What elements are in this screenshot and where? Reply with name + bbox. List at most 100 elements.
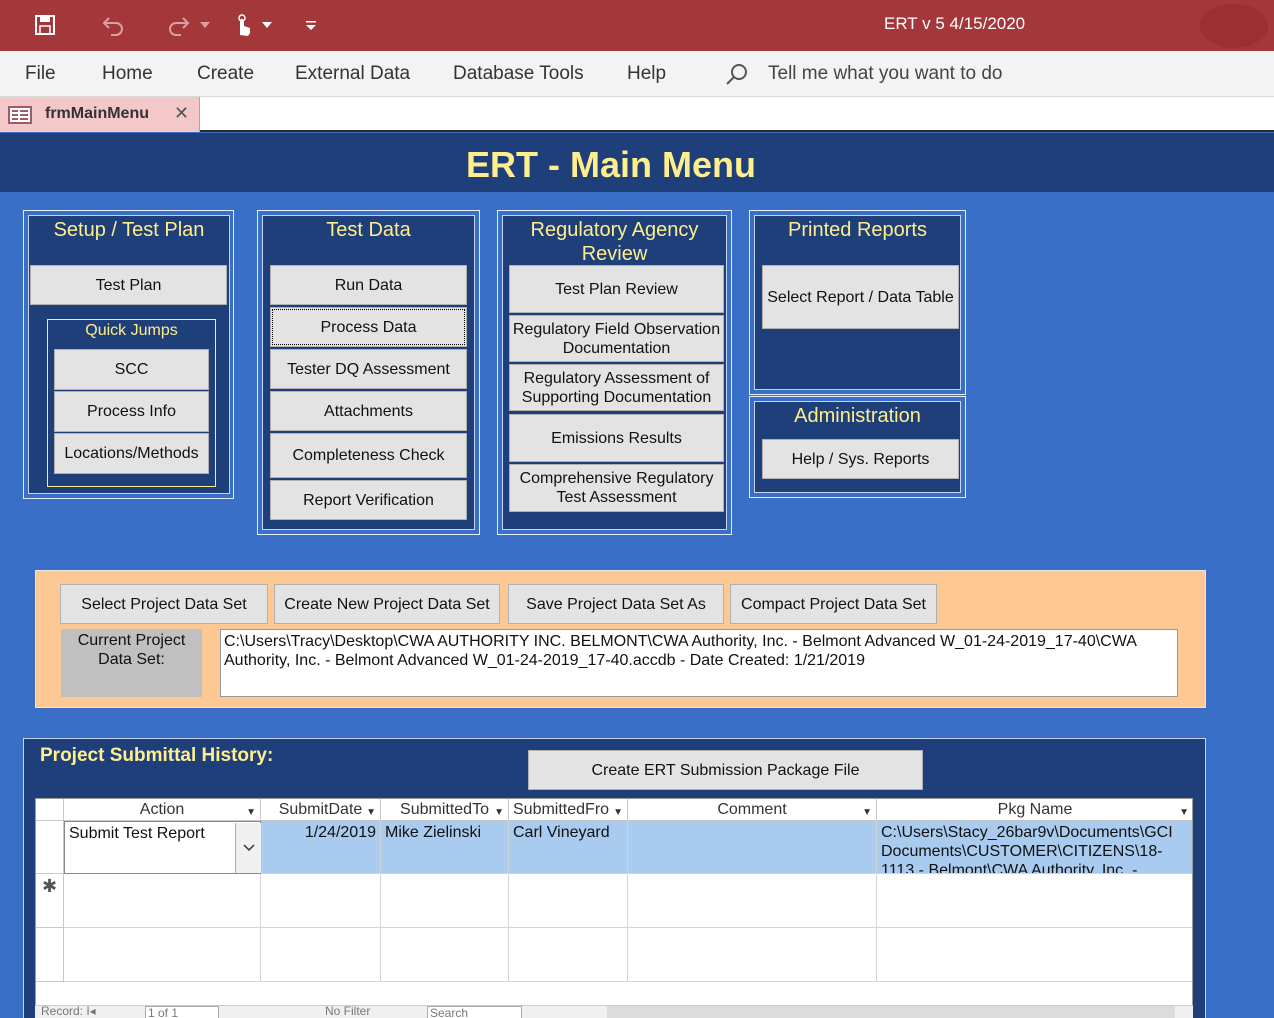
help-sys-reports-button[interactable]: Help / Sys. Reports (762, 439, 959, 479)
completeness-check-button[interactable]: Completeness Check (270, 433, 467, 478)
pkg-line1: C:\Users\Stacy_26bar9v\Documents\GCI (881, 824, 1173, 841)
form-icon (8, 106, 32, 124)
cell-value: Submit Test Report (69, 825, 205, 842)
row-selector[interactable] (36, 821, 64, 874)
form-header: ERT - Main Menu (0, 133, 1274, 192)
regulatory-assessment-button[interactable]: Regulatory Assessment of Supporting Docu… (509, 364, 724, 411)
button-label-line2: Documentation (562, 339, 671, 357)
emissions-results-button[interactable]: Emissions Results (509, 414, 724, 462)
horizontal-scrollbar[interactable] (607, 1006, 1175, 1018)
cell-submitted-from[interactable]: Carl Vineyard (509, 821, 628, 874)
new-cell-submitted-from[interactable] (509, 874, 628, 928)
column-header-pkg-name[interactable]: Pkg Name ▼ (877, 799, 1192, 823)
record-label: Record: I◂ (41, 1005, 96, 1018)
chevron-down-icon[interactable] (198, 12, 212, 38)
tester-dq-assessment-button[interactable]: Tester DQ Assessment (270, 349, 467, 389)
header-label: SubmittedTo (400, 801, 489, 818)
header-label: Comment (717, 801, 787, 818)
new-cell-pkg-name[interactable] (877, 874, 1192, 928)
chevron-down-icon[interactable]: ▼ (366, 802, 376, 823)
column-header-submittedfrom[interactable]: SubmittedFro ▼ (509, 799, 628, 821)
column-header-action[interactable]: Action ▼ (64, 799, 261, 821)
search-input[interactable]: Search (427, 1006, 522, 1018)
header-label: Pkg Name (997, 801, 1073, 818)
pkg-line2: Documents\CUSTOMER\CITIZENS\18- (881, 843, 1163, 860)
test-plan-review-button[interactable]: Test Plan Review (509, 265, 724, 313)
ribbon-tab-home[interactable]: Home (102, 63, 153, 85)
undo-icon[interactable] (100, 12, 126, 38)
ribbon-tab-database-tools[interactable]: Database Tools (453, 63, 584, 85)
title-bar: ERT v 5 4/15/2020 (0, 0, 1274, 51)
chevron-down-icon[interactable] (260, 12, 274, 38)
test-plan-button[interactable]: Test Plan (30, 265, 227, 305)
customize-toolbar-icon[interactable] (302, 12, 320, 38)
regulatory-field-observation-button[interactable]: Regulatory Field Observation Documentati… (509, 315, 724, 362)
header-label: SubmitDate (278, 801, 363, 818)
label-line1: Current Project (77, 632, 186, 649)
cell-submitted-to[interactable]: Mike Zielinski (381, 821, 509, 874)
select-report-button[interactable]: Select Report / Data Table (762, 265, 959, 329)
redo-icon[interactable] (166, 12, 192, 38)
column-header-comment[interactable]: Comment ▼ (628, 799, 877, 821)
ribbon-tab-file[interactable]: File (25, 63, 56, 85)
attachments-button[interactable]: Attachments (270, 391, 467, 431)
new-cell-submit-date[interactable] (261, 874, 381, 928)
locations-methods-button[interactable]: Locations/Methods (54, 433, 209, 474)
close-icon[interactable]: ✕ (174, 103, 189, 124)
ribbon-menu: File Home Create External Data Database … (0, 51, 1274, 97)
ribbon-tab-external-data[interactable]: External Data (295, 63, 410, 85)
select-all-corner[interactable] (36, 799, 64, 821)
chevron-down-icon[interactable]: ▼ (494, 802, 504, 823)
button-label-line2: Supporting Documentation (521, 388, 712, 406)
button-label-line1: Comprehensive Regulatory (519, 470, 714, 487)
report-verification-button[interactable]: Report Verification (270, 480, 467, 520)
cell-action[interactable]: Submit Test Report (64, 821, 261, 874)
empty-row-selector (36, 928, 64, 982)
compact-project-data-set-button[interactable]: Compact Project Data Set (730, 584, 937, 624)
save-project-data-set-as-button[interactable]: Save Project Data Set As (508, 584, 724, 624)
account-avatar[interactable] (1200, 4, 1268, 48)
chevron-down-icon[interactable]: ▼ (613, 802, 623, 823)
column-header-submitdate[interactable]: SubmitDate ▼ (261, 799, 381, 821)
chevron-down-icon[interactable]: ▼ (246, 802, 256, 823)
cell-submit-date[interactable]: 1/24/2019 (261, 821, 381, 874)
process-data-button[interactable]: Process Data (270, 307, 467, 347)
record-position-input[interactable]: 1 of 1 (145, 1006, 219, 1018)
cell-comment[interactable] (628, 821, 877, 874)
comprehensive-regulatory-button[interactable]: Comprehensive Regulatory Test Assessment (509, 464, 724, 512)
chevron-down-icon[interactable] (235, 823, 261, 873)
header-label: Action (139, 801, 185, 818)
button-label-line1: Regulatory Assessment of (523, 369, 710, 387)
touch-mode-icon[interactable] (230, 12, 256, 38)
select-project-data-set-button[interactable]: Select Project Data Set (60, 584, 268, 624)
empty-cell (261, 928, 381, 982)
chevron-down-icon[interactable]: ▼ (862, 802, 872, 823)
tab-label: frmMainMenu (45, 105, 149, 122)
new-cell-comment[interactable] (628, 874, 877, 928)
create-submission-package-button[interactable]: Create ERT Submission Package File (528, 750, 923, 790)
new-cell-action[interactable] (64, 874, 261, 928)
page-title: ERT - Main Menu (466, 144, 756, 185)
pkg-line3: 1113 - Belmont\CWA Authority, Inc. - (881, 862, 1138, 874)
process-info-button[interactable]: Process Info (54, 391, 209, 432)
ribbon-tab-help[interactable]: Help (627, 63, 666, 85)
run-data-button[interactable]: Run Data (270, 265, 467, 305)
filter-indicator[interactable]: No Filter (325, 1006, 370, 1018)
new-record-icon[interactable]: ✱ (36, 874, 64, 928)
chevron-down-icon[interactable]: ▼ (1179, 802, 1189, 823)
header-label: SubmittedFro (513, 801, 610, 818)
empty-cell (381, 928, 509, 982)
create-new-project-data-set-button[interactable]: Create New Project Data Set (274, 584, 500, 624)
column-header-submittedto[interactable]: SubmittedTo ▼ (381, 799, 509, 821)
ribbon-tab-create[interactable]: Create (197, 63, 254, 85)
tab-frmmainmenu[interactable]: frmMainMenu ✕ (0, 97, 200, 132)
tell-me-search[interactable]: Tell me what you want to do (768, 63, 1002, 85)
record-navigation-bar: Record: I◂ 1 of 1 No Filter Search (35, 1005, 1193, 1018)
search-icon[interactable] (724, 62, 750, 88)
new-cell-submitted-to[interactable] (381, 874, 509, 928)
cell-pkg-name[interactable]: C:\Users\Stacy_26bar9v\Documents\GCI Doc… (877, 821, 1192, 874)
empty-cell (877, 928, 1192, 982)
save-icon[interactable] (32, 12, 58, 38)
current-project-data-set-field[interactable]: C:\Users\Tracy\Desktop\CWA AUTHORITY INC… (220, 629, 1178, 697)
scc-button[interactable]: SCC (54, 349, 209, 390)
